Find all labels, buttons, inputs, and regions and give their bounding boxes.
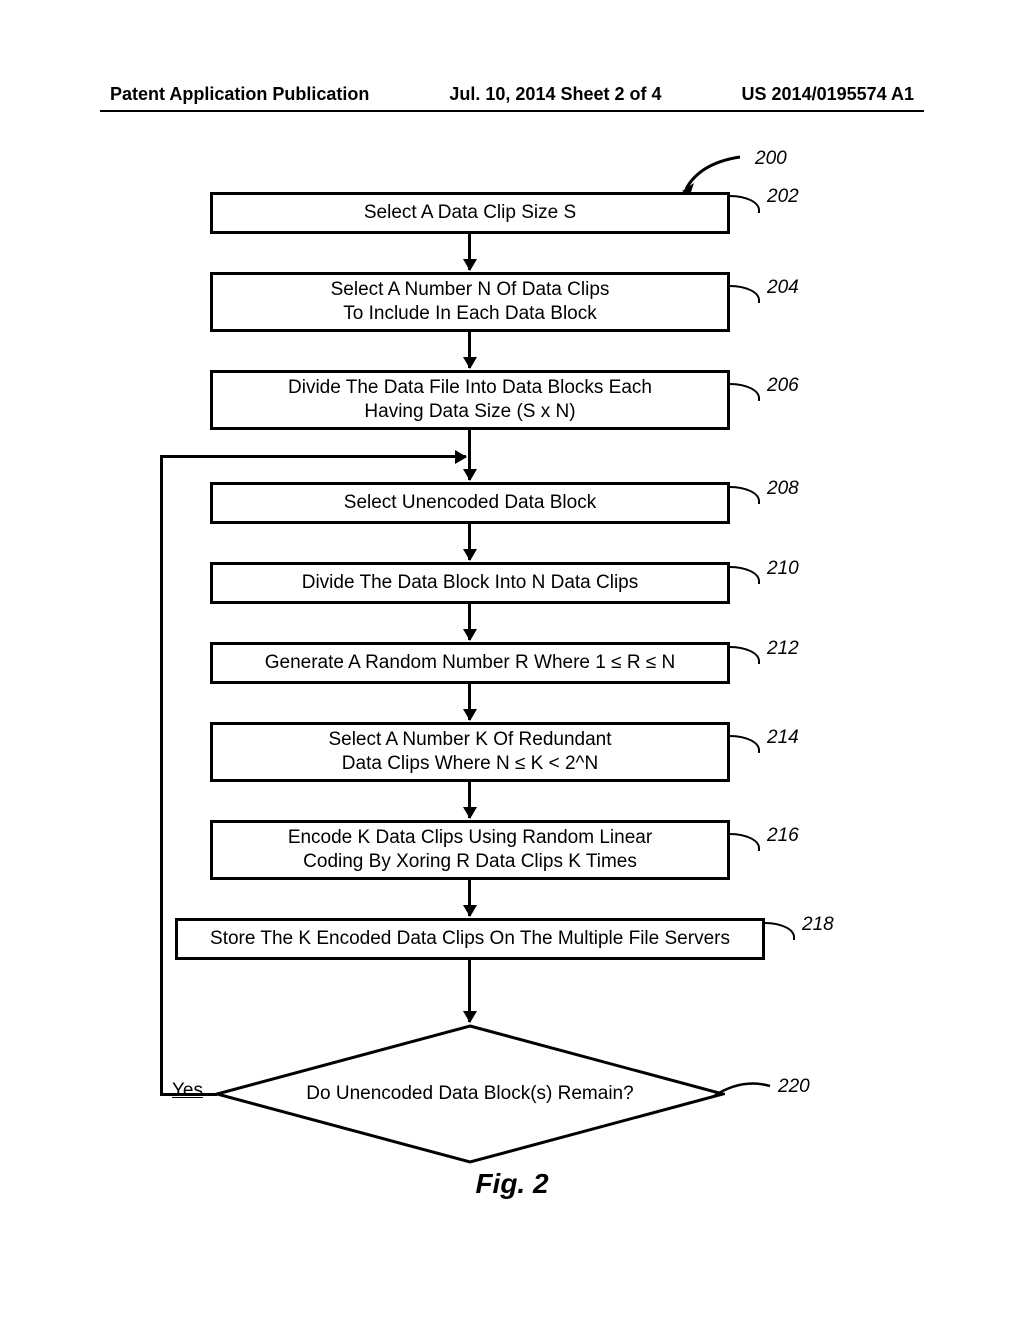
arrow-208-210 — [468, 524, 471, 560]
figure-label: Fig. 2 — [475, 1168, 548, 1200]
ref-206: 206 — [767, 375, 799, 397]
ref-220: 220 — [778, 1076, 810, 1098]
ref-208: 208 — [767, 478, 799, 500]
step-206-line2: Having Data Size (S x N) — [364, 400, 575, 424]
callout-curve-220 — [712, 1076, 772, 1102]
step-202-text: Select A Data Clip Size S — [364, 201, 576, 225]
step-204-line2: To Include In Each Data Block — [343, 302, 596, 326]
decision-220-text: Do Unencoded Data Block(s) Remain? — [306, 1083, 633, 1105]
step-208: Select Unencoded Data Block — [210, 482, 730, 524]
callout-arrow-200 — [680, 155, 750, 195]
callout-curve-210 — [730, 566, 760, 584]
arrow-202-204 — [468, 234, 471, 270]
callout-curve-212 — [730, 646, 760, 664]
arrow-210-212 — [468, 604, 471, 640]
step-216-line2: Coding By Xoring R Data Clips K Times — [303, 850, 637, 874]
page-header: Patent Application Publication Jul. 10, … — [0, 84, 1024, 105]
step-202: Select A Data Clip Size S — [210, 192, 730, 234]
ref-214: 214 — [767, 727, 799, 749]
header-right: US 2014/0195574 A1 — [742, 84, 914, 105]
arrow-214-216 — [468, 782, 471, 818]
ref-212: 212 — [767, 638, 799, 660]
branch-yes-label: Yes — [172, 1080, 203, 1102]
step-212: Generate A Random Number R Where 1 ≤ R ≤… — [210, 642, 730, 684]
step-216-line1: Encode K Data Clips Using Random Linear — [288, 826, 652, 850]
callout-curve-206 — [730, 383, 760, 401]
callout-curve-208 — [730, 486, 760, 504]
ref-216: 216 — [767, 825, 799, 847]
arrow-206-208 — [468, 430, 471, 480]
step-214-line1: Select A Number K Of Redundant — [328, 728, 611, 752]
step-214: Select A Number K Of Redundant Data Clip… — [210, 722, 730, 782]
callout-curve-202 — [730, 195, 760, 213]
decision-220: Do Unencoded Data Block(s) Remain? — [215, 1024, 725, 1164]
step-208-text: Select Unencoded Data Block — [344, 491, 596, 515]
header-rule — [100, 110, 924, 112]
ref-204: 204 — [767, 277, 799, 299]
header-left: Patent Application Publication — [110, 84, 369, 105]
step-216: Encode K Data Clips Using Random Linear … — [210, 820, 730, 880]
loop-h-bottom — [160, 1093, 217, 1096]
step-206: Divide The Data File Into Data Blocks Ea… — [210, 370, 730, 430]
step-218-text: Store The K Encoded Data Clips On The Mu… — [210, 927, 730, 951]
step-214-line2: Data Clips Where N ≤ K < 2^N — [342, 752, 598, 776]
step-210: Divide The Data Block Into N Data Clips — [210, 562, 730, 604]
header-center: Jul. 10, 2014 Sheet 2 of 4 — [449, 84, 661, 105]
step-204: Select A Number N Of Data Clips To Inclu… — [210, 272, 730, 332]
ref-218: 218 — [802, 914, 834, 936]
callout-curve-218 — [765, 922, 795, 940]
loop-vertical — [160, 455, 163, 1095]
ref-200: 200 — [755, 148, 787, 170]
step-204-line1: Select A Number N Of Data Clips — [331, 278, 610, 302]
step-206-line1: Divide The Data File Into Data Blocks Ea… — [288, 376, 652, 400]
arrow-204-206 — [468, 332, 471, 368]
step-218: Store The K Encoded Data Clips On The Mu… — [175, 918, 765, 960]
step-212-text: Generate A Random Number R Where 1 ≤ R ≤… — [265, 651, 676, 675]
callout-curve-204 — [730, 285, 760, 303]
arrow-216-218 — [468, 880, 471, 916]
callout-curve-216 — [730, 833, 760, 851]
ref-202: 202 — [767, 186, 799, 208]
arrow-218-220 — [468, 960, 471, 1022]
arrow-212-214 — [468, 684, 471, 720]
step-210-text: Divide The Data Block Into N Data Clips — [302, 571, 639, 595]
callout-curve-214 — [730, 735, 760, 753]
loop-h-top — [160, 455, 466, 458]
ref-210: 210 — [767, 558, 799, 580]
